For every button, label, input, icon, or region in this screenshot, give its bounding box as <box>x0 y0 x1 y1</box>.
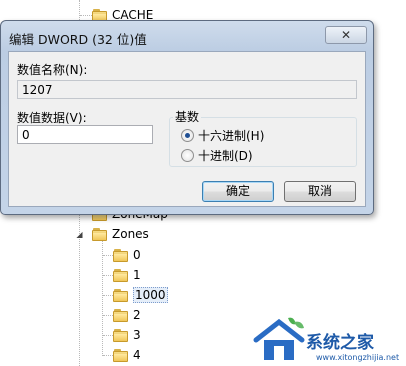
close-button[interactable]: ✕ <box>325 26 367 44</box>
tree-item-label: Zones <box>112 227 149 241</box>
dialog-client-area: 数值名称(N): 1207 数值数据(V): 0 基数 十六进制(H) 十进制(… <box>8 51 366 207</box>
tree-item-label: 4 <box>133 348 141 362</box>
folder-icon <box>113 348 129 362</box>
watermark: 系统之家 www.xitongzhijia.net <box>246 316 406 366</box>
tree-item-zone[interactable]: 4 <box>113 346 141 364</box>
tree-guide-line <box>80 15 92 16</box>
tree-guide-line <box>103 275 113 276</box>
tree-guide-line <box>103 255 113 256</box>
value-name-field[interactable]: 1207 <box>17 80 357 99</box>
tree-item-label: 2 <box>133 308 141 322</box>
screen: CACHE ZoneMap ◢ Zones 0 1 1000 2 <box>0 0 406 366</box>
collapse-arrow-icon[interactable]: ◢ <box>76 231 83 239</box>
base-group-title: 基数 <box>173 108 202 125</box>
tree-guide-line <box>103 335 113 336</box>
tree-item-zone[interactable]: 1 <box>113 266 141 284</box>
radio-hex-label: 十六进制(H) <box>198 129 265 143</box>
dialog-titlebar[interactable]: 编辑 DWORD (32 位)值 ✕ <box>1 21 373 51</box>
cancel-button[interactable]: 取消 <box>284 181 356 202</box>
folder-icon <box>113 268 129 282</box>
radio-unchecked-icon <box>181 149 194 162</box>
folder-icon <box>113 248 129 262</box>
dialog-title: 编辑 DWORD (32 位)值 <box>9 32 147 47</box>
house-logo-icon <box>253 317 305 360</box>
radio-hexadecimal[interactable]: 十六进制(H) <box>181 127 264 144</box>
tree-guide-line <box>102 240 103 356</box>
tree-item-label: 0 <box>133 248 141 262</box>
radio-dec-label: 十进制(D) <box>198 149 253 163</box>
tree-item-label: 3 <box>133 328 141 342</box>
tree-item-label: 1 <box>133 268 141 282</box>
watermark-url: www.xitongzhijia.net <box>316 353 400 362</box>
close-icon: ✕ <box>340 28 352 42</box>
tree-item-zone[interactable]: 3 <box>113 326 141 344</box>
tree-guide-line <box>103 295 113 296</box>
tree-guide-line <box>103 315 113 316</box>
tree-item-zone[interactable]: 2 <box>113 306 141 324</box>
value-data-input[interactable]: 0 <box>17 125 153 144</box>
tree-item-label: 1000 <box>133 287 168 303</box>
folder-icon <box>113 328 129 342</box>
watermark-text: 系统之家 <box>306 333 374 353</box>
ok-button[interactable]: 确定 <box>202 181 274 202</box>
radio-decimal[interactable]: 十进制(D) <box>181 147 253 164</box>
folder-open-icon <box>92 227 108 241</box>
value-name-label: 数值名称(N): <box>17 63 88 77</box>
tree-guide-line <box>103 355 113 356</box>
edit-dword-dialog: 编辑 DWORD (32 位)值 ✕ 数值名称(N): 1207 数值数据(V)… <box>0 20 374 215</box>
folder-icon <box>113 288 129 302</box>
radio-checked-icon <box>181 129 194 142</box>
tree-item-zones[interactable]: Zones <box>92 225 149 243</box>
tree-item-zone-selected[interactable]: 1000 <box>113 286 168 304</box>
tree-item-zone[interactable]: 0 <box>113 246 141 264</box>
value-data-label: 数值数据(V): <box>17 111 87 125</box>
folder-icon <box>113 308 129 322</box>
